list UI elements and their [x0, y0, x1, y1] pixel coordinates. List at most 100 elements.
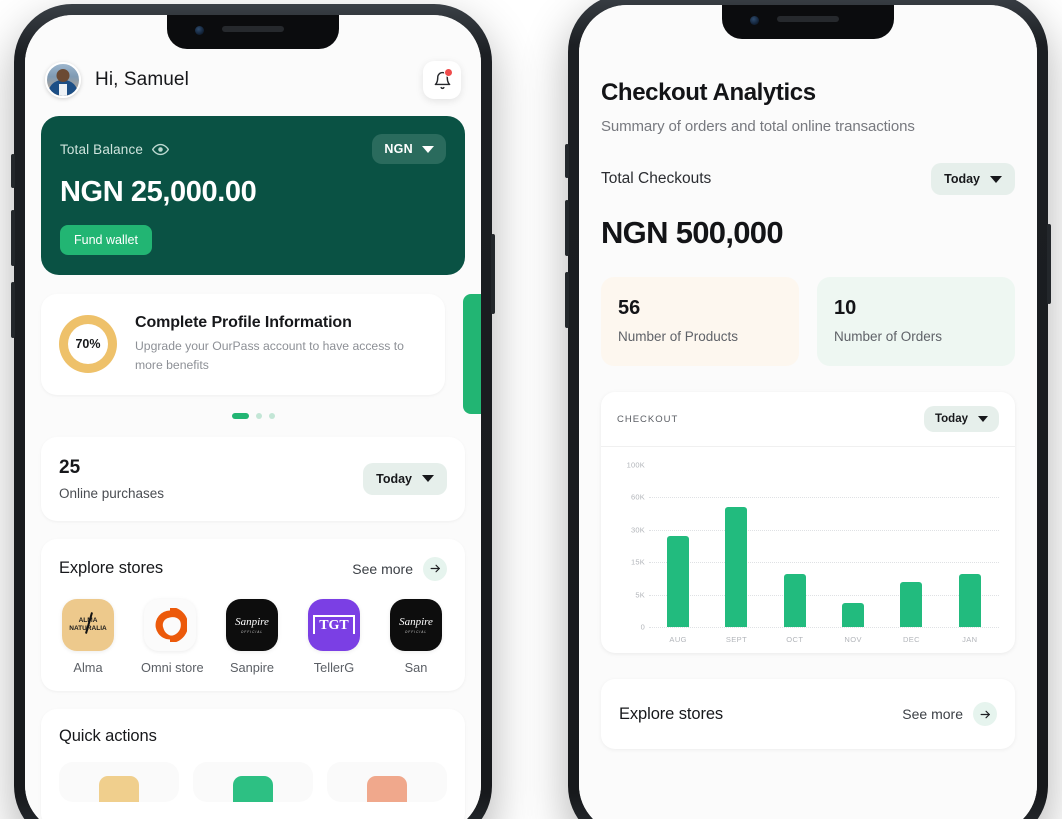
phone-left-volume-up-button[interactable] — [11, 210, 15, 266]
store-logo-alma: ALMANATURALIA — [62, 598, 114, 651]
checkout-chart-card: CHECKOUT Today 0 5K 15K 30K 60K 100K AUG S — [601, 392, 1015, 653]
phone-left-power-button[interactable] — [491, 234, 495, 314]
phone-device-right: Checkout Analytics Summary of orders and… — [565, 0, 1051, 819]
chevron-down-icon — [978, 416, 988, 422]
front-camera-icon — [750, 16, 759, 25]
phone-right-volume-down-button[interactable] — [565, 272, 569, 328]
chart-grid — [649, 465, 999, 628]
chart-bars — [649, 465, 999, 627]
eye-visibility-icon[interactable] — [152, 143, 170, 156]
stat-label: Number of Products — [618, 329, 739, 344]
phone-right-volume-up-button[interactable] — [565, 200, 569, 256]
purchases-period-selector[interactable]: Today — [363, 462, 447, 495]
stat-value: 56 — [618, 297, 641, 319]
store-logo-tellerg: TGT — [308, 598, 360, 651]
total-checkouts-row: Total Checkouts Today — [601, 163, 1015, 195]
phone-left-mute-button[interactable] — [11, 154, 15, 188]
stat-value: 10 — [834, 297, 857, 319]
total-checkouts-period-selector[interactable]: Today — [931, 163, 1015, 195]
carousel-next-card-peek[interactable] — [463, 294, 481, 414]
phone-left-volume-down-button[interactable] — [11, 282, 15, 338]
chart-x-tick: NOV — [844, 635, 862, 644]
phone-notch — [167, 15, 339, 49]
chart-title: CHECKOUT — [617, 413, 679, 425]
chart-x-tick: SEPT — [725, 635, 748, 644]
front-camera-icon — [195, 26, 204, 35]
chart-bar-column[interactable] — [889, 465, 933, 627]
chart-y-tick: 0 — [640, 622, 645, 632]
explore-stores-card: Explore stores See more — [41, 538, 465, 691]
total-checkouts-amount: NGN 500,000 — [601, 215, 784, 250]
chart-bar[interactable] — [725, 507, 748, 627]
store-list: ALMANATURALIA Alma — [59, 598, 465, 675]
earpiece-speaker — [777, 16, 839, 22]
store-item-sanpire[interactable]: Sanpire OFFICIAL Sanpire — [223, 598, 281, 675]
carousel-dot-2[interactable] — [255, 412, 262, 419]
store-item-san[interactable]: Sanpire OFFICIAL San — [387, 598, 445, 675]
chart-gridline — [649, 627, 999, 628]
total-balance-card: Total Balance NGN NGN 25,000.00 Fund wal… — [41, 116, 465, 275]
chart-bar-column[interactable] — [656, 465, 700, 627]
omni-ring-icon — [155, 607, 187, 642]
left-screen: Hi, Samuel Total Balance NGN NGN 25,000.… — [25, 15, 481, 819]
see-more-stores-button[interactable]: See more — [902, 702, 997, 726]
avatar[interactable] — [45, 62, 81, 98]
quick-action-3[interactable] — [327, 761, 447, 802]
store-name: San — [404, 659, 428, 675]
store-item-alma[interactable]: ALMANATURALIA Alma — [59, 598, 117, 675]
chart-x-tick: OCT — [786, 635, 804, 644]
total-balance-label: Total Balance — [60, 141, 144, 157]
chart-bar-column[interactable] — [831, 465, 875, 627]
stat-card-products: 56 Number of Products — [601, 277, 799, 366]
chart-bar[interactable] — [900, 581, 923, 627]
store-name: Omni store — [141, 659, 204, 675]
store-logo-san: Sanpire OFFICIAL — [390, 598, 442, 651]
phone-right-power-button[interactable] — [1047, 224, 1051, 304]
chart-bar[interactable] — [667, 536, 690, 627]
carousel-dots — [25, 412, 481, 419]
fund-wallet-button[interactable]: Fund wallet — [60, 225, 152, 255]
balance-amount: NGN 25,000.00 — [60, 176, 257, 208]
complete-profile-card[interactable]: 70% Complete Profile Information Upgrade… — [41, 294, 445, 395]
stat-label: Number of Orders — [834, 329, 943, 344]
carousel-dot-1[interactable] — [231, 412, 249, 419]
chart-bar-column[interactable] — [714, 465, 758, 627]
explore-stores-card: Explore stores See more — [601, 679, 1015, 749]
chart-bar[interactable] — [842, 602, 865, 627]
chevron-down-icon — [422, 475, 434, 483]
chart-period-selector[interactable]: Today — [923, 406, 999, 432]
notification-bell-button[interactable] — [423, 61, 461, 99]
currency-value: NGN — [384, 142, 413, 156]
chart-x-tick: AUG — [669, 635, 687, 644]
quick-action-2[interactable] — [193, 761, 313, 802]
store-item-tellerg[interactable]: TGT TellerG — [305, 598, 363, 675]
chart-bar-column[interactable] — [773, 465, 817, 627]
quick-action-3-icon — [367, 775, 407, 802]
purchases-period-value: Today — [376, 471, 412, 486]
chart-x-tick: JAN — [962, 635, 978, 644]
chart-y-tick: 5K — [635, 590, 645, 600]
quick-action-1[interactable] — [59, 761, 179, 802]
greeting-text: Hi, Samuel — [95, 69, 189, 90]
chart-period-value: Today — [934, 413, 968, 425]
chart-y-tick: 60K — [631, 492, 645, 502]
store-item-omni[interactable]: Omni store — [141, 598, 204, 675]
chart-y-axis: 0 5K 15K 30K 60K 100K — [611, 461, 645, 632]
explore-stores-title: Explore stores — [619, 704, 724, 723]
phone-device-left: Hi, Samuel Total Balance NGN NGN 25,000.… — [11, 4, 495, 819]
chart-x-tick: DEC — [902, 635, 920, 644]
page-title: Checkout Analytics — [601, 79, 816, 106]
profile-carousel: 70% Complete Profile Information Upgrade… — [25, 294, 481, 419]
chart-plot-area: 0 5K 15K 30K 60K 100K AUG SEPT OCT NOV DEC JAN — [601, 447, 1015, 653]
chart-bar[interactable] — [783, 573, 806, 627]
phone-right-mute-button[interactable] — [565, 144, 569, 178]
currency-selector[interactable]: NGN — [372, 134, 446, 164]
see-more-stores-button[interactable]: See more — [352, 556, 447, 581]
see-more-label: See more — [352, 560, 413, 577]
chart-bar[interactable] — [958, 573, 981, 627]
chart-bar-column[interactable] — [948, 465, 992, 627]
quick-actions-title: Quick actions — [59, 726, 157, 745]
store-name: TellerG — [313, 659, 355, 675]
carousel-dot-3[interactable] — [268, 412, 275, 419]
progress-ring: 70% — [59, 315, 117, 374]
